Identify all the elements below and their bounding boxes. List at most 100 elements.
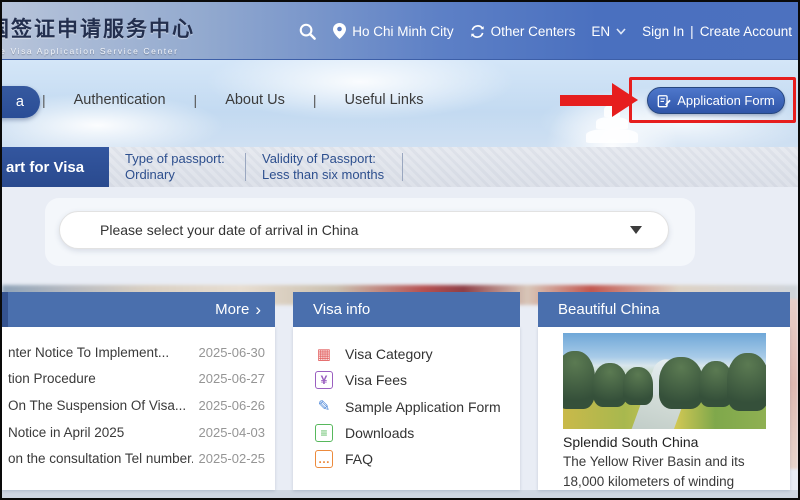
search-icon[interactable] bbox=[298, 22, 317, 41]
news-item[interactable]: nter Notice To Implement... 2025-06-30 bbox=[2, 339, 275, 366]
visa-fees-label: Visa Fees bbox=[345, 372, 407, 388]
news-item-title: tion Procedure bbox=[8, 371, 96, 386]
news-list: nter Notice To Implement... 2025-06-30 t… bbox=[2, 327, 275, 490]
smart-for-visa-label: art for Visa bbox=[6, 159, 84, 176]
dropdown-caret-icon bbox=[630, 226, 642, 234]
news-item-title: On The Suspension Of Visa... bbox=[8, 398, 186, 413]
news-section-header: More › bbox=[2, 292, 275, 327]
nav-active-tab[interactable]: a bbox=[0, 86, 40, 118]
news-item[interactable]: Notice in April 2025 2025-04-03 bbox=[2, 419, 275, 446]
arrival-date-placeholder: Please select your date of arrival in Ch… bbox=[100, 222, 630, 238]
location-pin-icon bbox=[333, 23, 346, 39]
beautiful-china-photo[interactable] bbox=[563, 333, 766, 429]
beautiful-china-caption: Splendid South China The Yellow River Ba… bbox=[563, 434, 773, 490]
header-actions: Ho Chi Minh City Other Centers EN bbox=[298, 2, 792, 60]
logo-chinese-text: 国签证申请服务中心 bbox=[0, 13, 195, 43]
criteria-divider bbox=[402, 153, 403, 181]
photo-mountain bbox=[593, 363, 627, 407]
faq-label: FAQ bbox=[345, 451, 373, 467]
news-more-label: More bbox=[215, 301, 249, 318]
sample-form-label: Sample Application Form bbox=[345, 399, 501, 415]
visa-category-link[interactable]: ▦ Visa Category bbox=[293, 341, 520, 367]
site-logo[interactable]: 国签证申请服务中心 ese Visa Application Service C… bbox=[0, 13, 195, 56]
news-item-title: on the consultation Tel number... bbox=[8, 451, 193, 466]
news-item[interactable]: tion Procedure 2025-06-27 bbox=[2, 366, 275, 393]
nav-item-about-us[interactable]: About Us bbox=[197, 90, 313, 110]
nav-item-authentication[interactable]: Authentication bbox=[46, 90, 194, 110]
photo-mountain bbox=[623, 367, 653, 405]
photo-mountain bbox=[563, 351, 595, 409]
news-item-date: 2025-06-27 bbox=[199, 371, 266, 386]
arrival-date-select[interactable]: Please select your date of arrival in Ch… bbox=[59, 211, 669, 249]
visa-info-header: Visa info bbox=[293, 292, 520, 327]
beautiful-china-header: Beautiful China bbox=[538, 292, 790, 327]
downloads-link[interactable]: ≡ Downloads bbox=[293, 420, 520, 446]
chevron-right-icon: › bbox=[255, 301, 261, 318]
news-item[interactable]: On The Suspension Of Visa... 2025-06-26 bbox=[2, 392, 275, 419]
passport-validity-label: Validity of Passport: bbox=[262, 151, 402, 167]
passport-type-value: Ordinary bbox=[125, 167, 245, 183]
news-item[interactable]: on the consultation Tel number... 2025-0… bbox=[2, 445, 275, 472]
photo-mountain bbox=[659, 357, 703, 409]
criteria-divider bbox=[245, 153, 246, 181]
background-bottom-strip bbox=[2, 490, 798, 498]
caption-title: Splendid South China bbox=[563, 434, 773, 450]
switch-centers-icon bbox=[470, 24, 485, 39]
top-header: 国签证申请服务中心 ese Visa Application Service C… bbox=[2, 2, 798, 60]
nav-active-tab-label: a bbox=[16, 94, 24, 110]
logo-english-text: ese Visa Application Service Center bbox=[0, 46, 195, 56]
visa-info-title: Visa info bbox=[313, 301, 370, 318]
passport-type-field[interactable]: Type of passport: Ordinary bbox=[117, 147, 245, 187]
language-selector[interactable]: EN bbox=[591, 24, 626, 39]
visa-center-homepage: 国签证申请服务中心 ese Visa Application Service C… bbox=[0, 0, 800, 500]
beautiful-china-title: Beautiful China bbox=[558, 301, 660, 318]
annotation-arrow-icon bbox=[560, 95, 614, 106]
photo-mountain bbox=[727, 353, 766, 411]
news-more-button[interactable]: More › bbox=[215, 301, 261, 318]
main-navbar: a | Authentication | About Us | Useful L… bbox=[2, 60, 798, 147]
visa-fees-icon: ¥ bbox=[315, 371, 333, 389]
main-content: Please select your date of arrival in Ch… bbox=[2, 187, 798, 498]
visa-criteria-bar: art for Visa Type of passport: Ordinary … bbox=[2, 147, 798, 187]
create-account-link[interactable]: Create Account bbox=[700, 24, 792, 39]
other-centers-label: Other Centers bbox=[491, 24, 576, 39]
downloads-label: Downloads bbox=[345, 425, 414, 441]
news-item-date: 2025-02-25 bbox=[199, 451, 266, 466]
news-item-date: 2025-06-30 bbox=[199, 345, 266, 360]
visa-info-list: ▦ Visa Category ¥ Visa Fees ✎ Sample App… bbox=[293, 327, 520, 490]
application-form-button[interactable]: Application Form bbox=[647, 87, 785, 114]
annotation-arrowhead-icon bbox=[612, 83, 638, 117]
location-label: Ho Chi Minh City bbox=[352, 24, 453, 39]
passport-validity-value: Less than six months bbox=[262, 167, 402, 183]
form-edit-icon bbox=[657, 94, 671, 108]
smart-for-visa-tab[interactable]: art for Visa bbox=[2, 147, 109, 187]
news-item-title: nter Notice To Implement... bbox=[8, 345, 169, 360]
language-label: EN bbox=[591, 24, 610, 39]
news-item-date: 2025-06-26 bbox=[199, 398, 266, 413]
news-header-edge bbox=[2, 292, 8, 327]
sample-application-form-link[interactable]: ✎ Sample Application Form bbox=[293, 394, 520, 420]
news-item-date: 2025-04-03 bbox=[199, 425, 266, 440]
news-item-title: Notice in April 2025 bbox=[8, 425, 124, 440]
arrival-date-panel: Please select your date of arrival in Ch… bbox=[45, 198, 695, 266]
location-selector[interactable]: Ho Chi Minh City bbox=[333, 23, 453, 39]
application-form-label: Application Form bbox=[677, 93, 775, 108]
visa-category-label: Visa Category bbox=[345, 346, 433, 362]
visa-category-icon: ▦ bbox=[315, 345, 333, 363]
passport-validity-field[interactable]: Validity of Passport: Less than six mont… bbox=[254, 147, 402, 187]
caption-body: The Yellow River Basin and its 18,000 ki… bbox=[563, 452, 773, 490]
downloads-document-icon: ≡ bbox=[315, 424, 333, 442]
nav-item-useful-links[interactable]: Useful Links bbox=[316, 90, 451, 110]
faq-link[interactable]: … FAQ bbox=[293, 446, 520, 472]
visa-fees-link[interactable]: ¥ Visa Fees bbox=[293, 367, 520, 393]
passport-type-label: Type of passport: bbox=[125, 151, 245, 167]
sample-form-pen-icon: ✎ bbox=[315, 398, 333, 416]
sign-in-link[interactable]: Sign In bbox=[642, 24, 684, 39]
faq-chat-icon: … bbox=[315, 450, 333, 468]
other-centers[interactable]: Other Centers bbox=[470, 24, 576, 39]
account-links: Sign In | Create Account bbox=[642, 24, 792, 39]
nav-items: | Authentication | About Us | Useful Lin… bbox=[42, 90, 451, 110]
account-divider: | bbox=[690, 24, 694, 39]
beautiful-china-card: Splendid South China The Yellow River Ba… bbox=[538, 327, 790, 490]
chevron-down-icon bbox=[616, 28, 626, 35]
